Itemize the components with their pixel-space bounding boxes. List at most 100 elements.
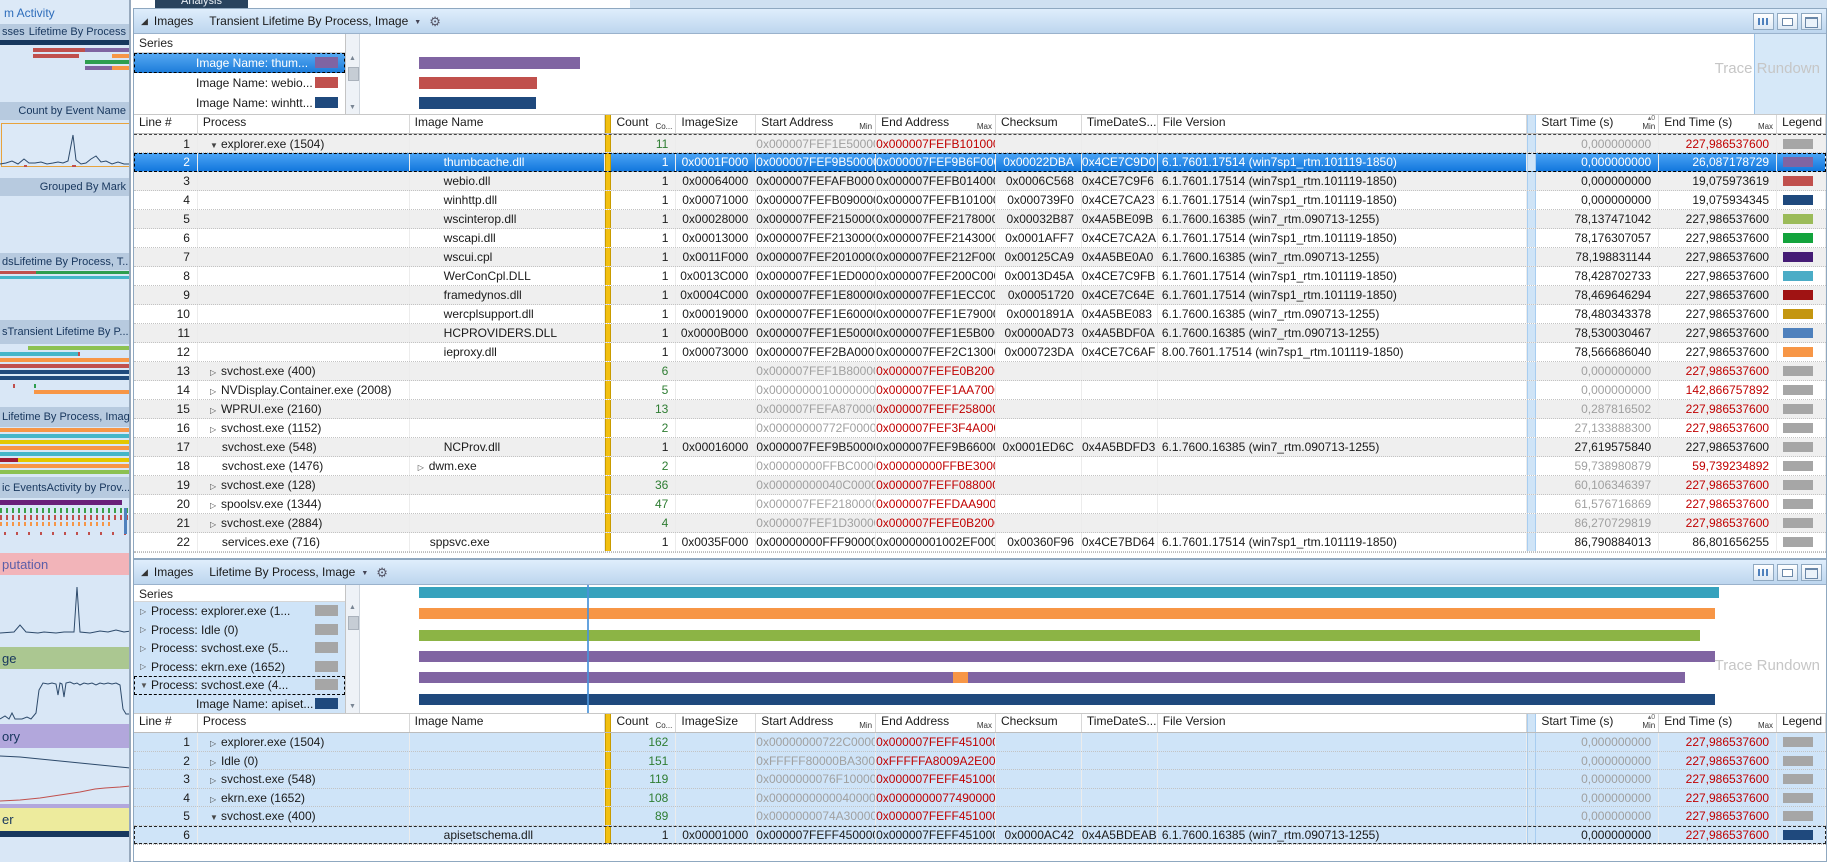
series-row[interactable]: Image Name: thum... (134, 53, 345, 73)
expander-icon[interactable]: ▷ (210, 401, 221, 418)
column-header-sa[interactable]: Start AddressMin (756, 115, 876, 133)
expander-icon[interactable]: ▼ (140, 681, 151, 690)
table-row[interactable]: 5▼svchost.exe (400)890x0000000074A300000… (134, 807, 1826, 826)
column-header-div[interactable] (1527, 115, 1536, 133)
collapse-icon[interactable]: ◢ (141, 567, 148, 578)
panel-button-float-window-icon[interactable] (1777, 564, 1798, 581)
sidebar-item-empty[interactable]: Grouped By Mark (0, 178, 129, 196)
expander-icon[interactable]: ▷ (210, 754, 221, 770)
series-scrollbar[interactable]: ▲▼ (346, 34, 360, 114)
series-row[interactable]: ▷Process: explorer.exe (1... (134, 602, 345, 621)
expander-icon[interactable]: ▷ (210, 477, 221, 494)
table-row[interactable]: 7wscui.cpl10x0011F0000x000007FEF20100000… (134, 248, 1826, 267)
column-header-ea[interactable]: End AddressMax (876, 115, 996, 133)
panel-button-graph-options-icon[interactable] (1753, 13, 1774, 30)
sidebar-item-line_events[interactable]: Count by Event Name (0, 102, 129, 120)
table-row[interactable]: 3webio.dll10x000640000x000007FEFAFB00000… (134, 172, 1826, 191)
table-row[interactable]: 13▷svchost.exe (400)60x000007FEF1B800000… (134, 362, 1826, 381)
column-header-proc[interactable]: Process (198, 714, 410, 732)
sidebar-item-dots7[interactable]: ic EventsActivity by Prov... (0, 477, 129, 498)
scroll-up-icon[interactable]: ▲ (346, 604, 359, 611)
expander-icon[interactable]: ▷ (210, 772, 221, 788)
chevron-down-icon[interactable]: ▼ (414, 19, 421, 26)
column-header-img[interactable]: Image Name (410, 714, 606, 732)
scroll-up-icon[interactable]: ▲ (346, 55, 359, 62)
table-row[interactable]: 9framedynos.dll10x0004C0000x000007FEF1E8… (134, 286, 1826, 305)
table-row[interactable]: 19▷svchost.exe (128)360x00000000040C0000… (134, 476, 1826, 495)
scroll-down-icon[interactable]: ▼ (346, 104, 359, 111)
sidebar-category-label[interactable]: m Activity (0, 0, 129, 24)
column-header-sa[interactable]: Start AddressMin (756, 714, 876, 732)
table-row[interactable]: 12ieproxy.dll10x000730000x000007FEF2BA00… (134, 343, 1826, 362)
column-header-leg[interactable]: Legend (1777, 115, 1826, 133)
panel-button-maximize-icon[interactable] (1801, 13, 1822, 30)
series-row[interactable]: ▷Process: svchost.exe (5... (134, 639, 345, 658)
panel-button-maximize-icon[interactable] (1801, 564, 1822, 581)
expander-icon[interactable]: ▼ (210, 809, 221, 825)
expander-icon[interactable]: ▷ (210, 496, 221, 513)
table-row[interactable]: 18svchost.exe (1476)▷dwm.exe20x00000000F… (134, 457, 1826, 476)
collapse-icon[interactable]: ◢ (141, 16, 148, 27)
analysis-tab[interactable]: Analysis (155, 0, 248, 8)
scroll-down-icon[interactable]: ▼ (346, 703, 359, 710)
table-row[interactable]: 4winhttp.dll10x000710000x000007FEFB09000… (134, 191, 1826, 210)
graph-thumbnail[interactable] (0, 748, 129, 808)
column-header-td[interactable]: TimeDateS... (1082, 714, 1158, 732)
graph-thumbnail[interactable] (0, 120, 129, 178)
column-header-td[interactable]: TimeDateS... (1082, 115, 1158, 133)
column-header-fv[interactable]: File Version (1158, 714, 1528, 732)
column-header-st[interactable]: Start Time (s)▴0Min (1536, 115, 1659, 133)
table-row[interactable]: 1▷explorer.exe (1504)1620x00000000722C00… (134, 733, 1826, 752)
table-row[interactable]: 6wscapi.dll10x000130000x000007FEF2130000… (134, 229, 1826, 248)
series-row[interactable]: Image Name: apiset... (134, 695, 345, 714)
expander-icon[interactable]: ▷ (140, 644, 151, 653)
graph-thumbnail[interactable] (0, 575, 129, 647)
expander-icon[interactable]: ▼ (210, 136, 221, 152)
column-header-size[interactable]: ImageSize (676, 115, 756, 133)
panel-view-title[interactable]: Lifetime By Process, Image (209, 565, 355, 579)
sidebar-item-line_comp[interactable]: putation (0, 553, 129, 575)
sidebar-item-bars4[interactable]: dsLifetime By Process, T... (0, 253, 129, 270)
column-header-count[interactable]: CountCo... (611, 714, 676, 732)
table-row[interactable]: 3▷svchost.exe (548)1190x0000000076F10000… (134, 770, 1826, 789)
table-row[interactable]: 1▼explorer.exe (1504)110x000007FEF1E5000… (134, 134, 1826, 153)
column-header-count[interactable]: CountCo... (611, 115, 676, 133)
expander-icon[interactable]: ▷ (210, 363, 221, 380)
table-row[interactable]: 6apisetschema.dll10x000010000x000007FEFF… (134, 826, 1826, 845)
expander-icon[interactable]: ▷ (210, 382, 221, 399)
table-row[interactable]: 22services.exe (716)sppsvc.exe10x0035F00… (134, 533, 1826, 552)
sidebar-item-bars6[interactable]: Lifetime By Process, Image (0, 407, 129, 427)
column-header-st[interactable]: Start Time (s)▴0Min (1536, 714, 1659, 732)
column-header-et[interactable]: End Time (s)Max (1659, 115, 1777, 133)
column-header-ck[interactable]: Checksum (996, 714, 1082, 732)
graph-thumbnail[interactable] (0, 344, 129, 407)
series-row[interactable]: Image Name: winhtt... (134, 93, 345, 113)
sidebar-item-bars1[interactable]: ssesLifetime By Process (0, 24, 129, 40)
expander-icon[interactable]: ▷ (210, 791, 221, 807)
graph-thumbnail[interactable] (0, 498, 129, 553)
graph-thumbnail[interactable] (0, 427, 129, 477)
expander-icon[interactable]: ▷ (210, 420, 221, 437)
column-header-line[interactable]: Line # (134, 714, 198, 732)
table-row[interactable]: 21▷svchost.exe (2884)40x000007FEF1D30000… (134, 514, 1826, 533)
series-row[interactable]: ▼Process: svchost.exe (4... (134, 676, 345, 695)
column-header-div[interactable] (1527, 714, 1536, 732)
sidebar-item-line_memory[interactable]: ory (0, 724, 129, 748)
panel-view-title[interactable]: Transient Lifetime By Process, Image (209, 14, 408, 28)
panel-button-graph-options-icon[interactable] (1753, 564, 1774, 581)
scrollbar-thumb[interactable] (348, 616, 359, 630)
table-row[interactable]: 5wscinterop.dll10x000280000x000007FEF215… (134, 210, 1826, 229)
table-row[interactable]: 10wercplsupport.dll10x000190000x000007FE… (134, 305, 1826, 324)
table-row[interactable]: 2▷Idle (0)1510xFFFFF80000BA30000xFFFFFA8… (134, 752, 1826, 771)
graph-thumbnail[interactable] (0, 669, 129, 724)
table-row[interactable]: 17svchost.exe (548)NCProv.dll10x00016000… (134, 438, 1826, 457)
series-row[interactable]: ▷Process: Idle (0) (134, 621, 345, 640)
expander-icon[interactable]: ▷ (210, 735, 221, 751)
table-row[interactable]: 16▷svchost.exe (1152)20x00000000772F0000… (134, 419, 1826, 438)
series-scrollbar[interactable]: ▲▼ (346, 585, 360, 713)
graph-thumbnail[interactable] (0, 270, 129, 320)
table-row[interactable]: 20▷spoolsv.exe (1344)470x000007FEF218000… (134, 495, 1826, 514)
graph-thumbnail[interactable] (0, 40, 129, 102)
view-editor-gear-icon[interactable]: ⚙ (376, 566, 388, 579)
expander-icon[interactable]: ▷ (210, 515, 221, 532)
